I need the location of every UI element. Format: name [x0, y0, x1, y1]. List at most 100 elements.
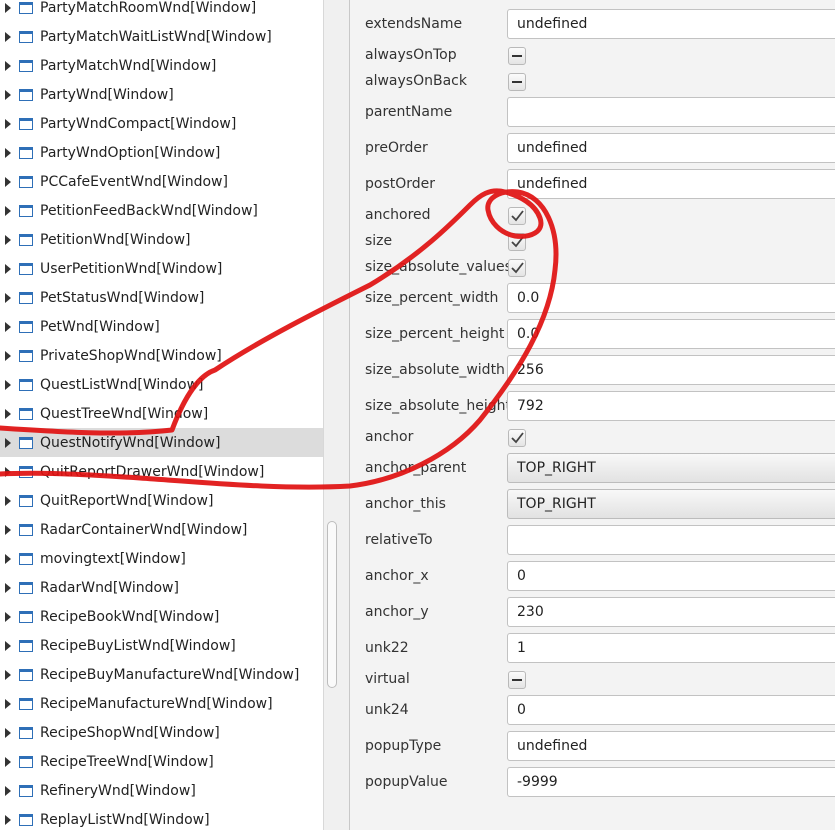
alwaysontop-checkbox[interactable] [508, 47, 526, 65]
tree-item[interactable]: QuestTreeWnd[Window] [0, 399, 323, 428]
expand-arrow-icon[interactable] [5, 814, 11, 825]
tree-item[interactable]: PartyWndOption[Window] [0, 138, 323, 167]
tree-item[interactable]: RecipeBuyListWnd[Window] [0, 631, 323, 660]
expand-arrow-icon[interactable] [5, 60, 11, 71]
checkmark-icon [511, 432, 524, 444]
popupvalue-field[interactable]: -9999 [507, 767, 835, 797]
size-percent-height-field[interactable]: 0.0 [507, 319, 835, 349]
tree-item[interactable]: RefineryWnd[Window] [0, 776, 323, 805]
expand-arrow-icon[interactable] [5, 785, 11, 796]
popuptype-field[interactable]: undefined [507, 731, 835, 761]
tree-item[interactable]: PartyMatchWnd[Window] [0, 51, 323, 80]
tree-scrollbar-thumb[interactable] [327, 521, 337, 688]
extendsname-field[interactable]: undefined [507, 9, 835, 39]
expand-arrow-icon[interactable] [5, 263, 11, 274]
expand-arrow-icon[interactable] [5, 524, 11, 535]
popupvalue-label: popupValue [365, 774, 448, 790]
anchored-checkbox[interactable] [508, 207, 526, 225]
tree-item[interactable]: PCCafeEventWnd[Window] [0, 167, 323, 196]
expand-arrow-icon[interactable] [5, 553, 11, 564]
tree-item[interactable]: QuitReportDrawerWnd[Window] [0, 457, 323, 486]
expand-arrow-icon[interactable] [5, 379, 11, 390]
indeterminate-icon [512, 81, 522, 83]
split-pane-divider[interactable] [341, 0, 350, 830]
expand-arrow-icon[interactable] [5, 292, 11, 303]
relativeto-field[interactable] [507, 525, 835, 555]
tree-item[interactable]: PartyWnd[Window] [0, 80, 323, 109]
tree-scrollbar[interactable] [323, 0, 342, 830]
unk24-field[interactable]: 0 [507, 695, 835, 725]
anchor-x-field[interactable]: 0 [507, 561, 835, 591]
window-icon [19, 610, 33, 623]
tree-item[interactable]: PetitionFeedBackWnd[Window] [0, 196, 323, 225]
expand-arrow-icon[interactable] [5, 756, 11, 767]
size-absolute-values-checkbox[interactable] [508, 259, 526, 277]
alwaysonback-label: alwaysOnBack [365, 73, 467, 89]
tree-item[interactable]: PetStatusWnd[Window] [0, 283, 323, 312]
tree-item[interactable]: PartyWndCompact[Window] [0, 109, 323, 138]
tree-item[interactable]: RadarWnd[Window] [0, 573, 323, 602]
expand-arrow-icon[interactable] [5, 611, 11, 622]
size-absolute-width-label: size_absolute_width [365, 362, 505, 378]
expand-arrow-icon[interactable] [5, 350, 11, 361]
parentname-label: parentName [365, 104, 453, 120]
tree-item[interactable]: PetWnd[Window] [0, 312, 323, 341]
expand-arrow-icon[interactable] [5, 495, 11, 506]
size-checkbox[interactable] [508, 233, 526, 251]
anchor-y-field[interactable]: 230 [507, 597, 835, 627]
tree-item[interactable]: PetitionWnd[Window] [0, 225, 323, 254]
anchor-this-dropdown[interactable]: TOP_RIGHT [507, 489, 835, 519]
expand-arrow-icon[interactable] [5, 669, 11, 680]
virtual-checkbox[interactable] [508, 671, 526, 689]
expand-arrow-icon[interactable] [5, 321, 11, 332]
size-percent-width-field[interactable]: 0.0 [507, 283, 835, 313]
tree-item[interactable]: PartyMatchWaitListWnd[Window] [0, 22, 323, 51]
expand-arrow-icon[interactable] [5, 176, 11, 187]
window-icon [19, 233, 33, 246]
extendsname-label: extendsName [365, 16, 463, 32]
unk22-label: unk22 [365, 640, 409, 656]
postorder-label: postOrder [365, 176, 436, 192]
tree-item[interactable]: RecipeBookWnd[Window] [0, 602, 323, 631]
tree-item[interactable]: movingtext[Window] [0, 544, 323, 573]
tree-item[interactable]: ReplayListWnd[Window] [0, 805, 323, 830]
expand-arrow-icon[interactable] [5, 466, 11, 477]
expand-arrow-icon[interactable] [5, 437, 11, 448]
expand-arrow-icon[interactable] [5, 698, 11, 709]
window-icon [19, 1, 33, 14]
size-absolute-height-field[interactable]: 792 [507, 391, 835, 421]
tree-item[interactable]: QuestListWnd[Window] [0, 370, 323, 399]
anchor-parent-dropdown[interactable]: TOP_RIGHT [507, 453, 835, 483]
expand-arrow-icon[interactable] [5, 147, 11, 158]
tree-item[interactable]: RecipeBuyManufactureWnd[Window] [0, 660, 323, 689]
expand-arrow-icon[interactable] [5, 408, 11, 419]
tree-item[interactable]: RecipeManufactureWnd[Window] [0, 689, 323, 718]
expand-arrow-icon[interactable] [5, 118, 11, 129]
postorder-field[interactable]: undefined [507, 169, 835, 199]
size-absolute-width-field[interactable]: 256 [507, 355, 835, 385]
tree-item[interactable]: RecipeTreeWnd[Window] [0, 747, 323, 776]
expand-arrow-icon[interactable] [5, 89, 11, 100]
tree-item-selected[interactable]: QuestNotifyWnd[Window] [0, 428, 323, 457]
expand-arrow-icon[interactable] [5, 640, 11, 651]
tree-item[interactable]: QuitReportWnd[Window] [0, 486, 323, 515]
anchor-checkbox[interactable] [508, 429, 526, 447]
expand-arrow-icon[interactable] [5, 31, 11, 42]
expand-arrow-icon[interactable] [5, 2, 11, 13]
parentname-field[interactable] [507, 97, 835, 127]
size-percent-width-label: size_percent_width [365, 290, 499, 306]
tree-item[interactable]: PartyMatchRoomWnd[Window] [0, 0, 323, 22]
expand-arrow-icon[interactable] [5, 234, 11, 245]
tree-item[interactable]: RadarContainerWnd[Window] [0, 515, 323, 544]
alwaysonback-checkbox[interactable] [508, 73, 526, 91]
preorder-field[interactable]: undefined [507, 133, 835, 163]
unk22-field[interactable]: 1 [507, 633, 835, 663]
expand-arrow-icon[interactable] [5, 582, 11, 593]
expand-arrow-icon[interactable] [5, 727, 11, 738]
tree-item[interactable]: PrivateShopWnd[Window] [0, 341, 323, 370]
tree-item[interactable]: RecipeShopWnd[Window] [0, 718, 323, 747]
anchor-y-label: anchor_y [365, 604, 429, 620]
size-label: size [365, 233, 393, 249]
tree-item[interactable]: UserPetitionWnd[Window] [0, 254, 323, 283]
expand-arrow-icon[interactable] [5, 205, 11, 216]
